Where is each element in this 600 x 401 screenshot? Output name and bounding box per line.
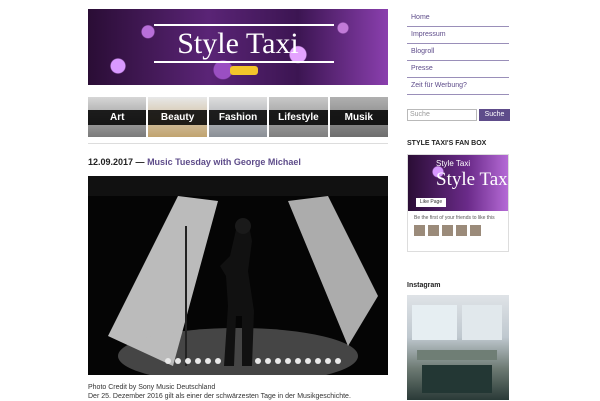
nav-item-home[interactable]: Home [407,10,509,27]
like-page-button[interactable]: Like Page [416,198,446,207]
header-top-line [154,24,334,26]
search-button[interactable]: Suche [479,109,510,121]
avatar[interactable] [414,225,425,236]
post-credit: Photo Credit by Sony Music Deutschland D… [88,383,351,401]
post-heading: 12.09.2017 — Music Tuesday with George M… [88,157,301,167]
nav-item-presse[interactable]: Presse [407,61,509,78]
sidebar-nav: Home Impressum Blogroll Presse Zeit für … [407,10,509,95]
post-title-link[interactable]: Music Tuesday with George Michael [147,157,301,167]
header-bottom-line [154,61,334,63]
search-input[interactable]: Suche [407,109,477,121]
instagram-title: Instagram [407,282,441,289]
divider [88,143,388,144]
category-lifestyle[interactable]: Lifestyle [269,97,328,137]
avatar[interactable] [442,225,453,236]
avatar[interactable] [456,225,467,236]
avatar[interactable] [428,225,439,236]
nav-item-impressum[interactable]: Impressum [407,27,509,44]
category-bar: Art Beauty Fashion Lifestyle Musik [88,97,389,137]
photo-credit-text: Photo Credit by Sony Music Deutschland [88,384,216,391]
instagram-image[interactable] [407,295,509,400]
instagram-photo-illustration [412,305,502,393]
nav-item-blogroll[interactable]: Blogroll [407,44,509,61]
category-musik[interactable]: Musik [329,97,389,137]
nav-item-werbung[interactable]: Zeit für Werbung? [407,78,509,95]
avatar[interactable] [470,225,481,236]
fb-cover-logo: Style Taxi [436,169,509,190]
facebook-fanbox[interactable]: Style Taxi Style Taxi Like Page Be the f… [407,154,509,252]
category-fashion[interactable]: Fashion [208,97,268,137]
fanbox-cover: Style Taxi Style Taxi Like Page [408,155,508,211]
site-header-banner[interactable]: Style Taxi [88,9,388,85]
post-date: 12.09.2017 — [88,157,145,167]
fb-page-name[interactable]: Style Taxi [436,159,470,168]
taxi-icon [230,66,258,75]
fb-friends-text: Be the first of your friends to like thi… [414,215,495,221]
fanbox-title: STYLE TAXI'S FAN BOX [407,140,487,147]
category-beauty[interactable]: Beauty [148,97,207,137]
post-image[interactable] [88,176,388,375]
concert-photo-illustration [88,176,388,375]
category-art[interactable]: Art [88,97,147,137]
fb-face-list [408,225,508,236]
site-title: Style Taxi [177,27,299,60]
